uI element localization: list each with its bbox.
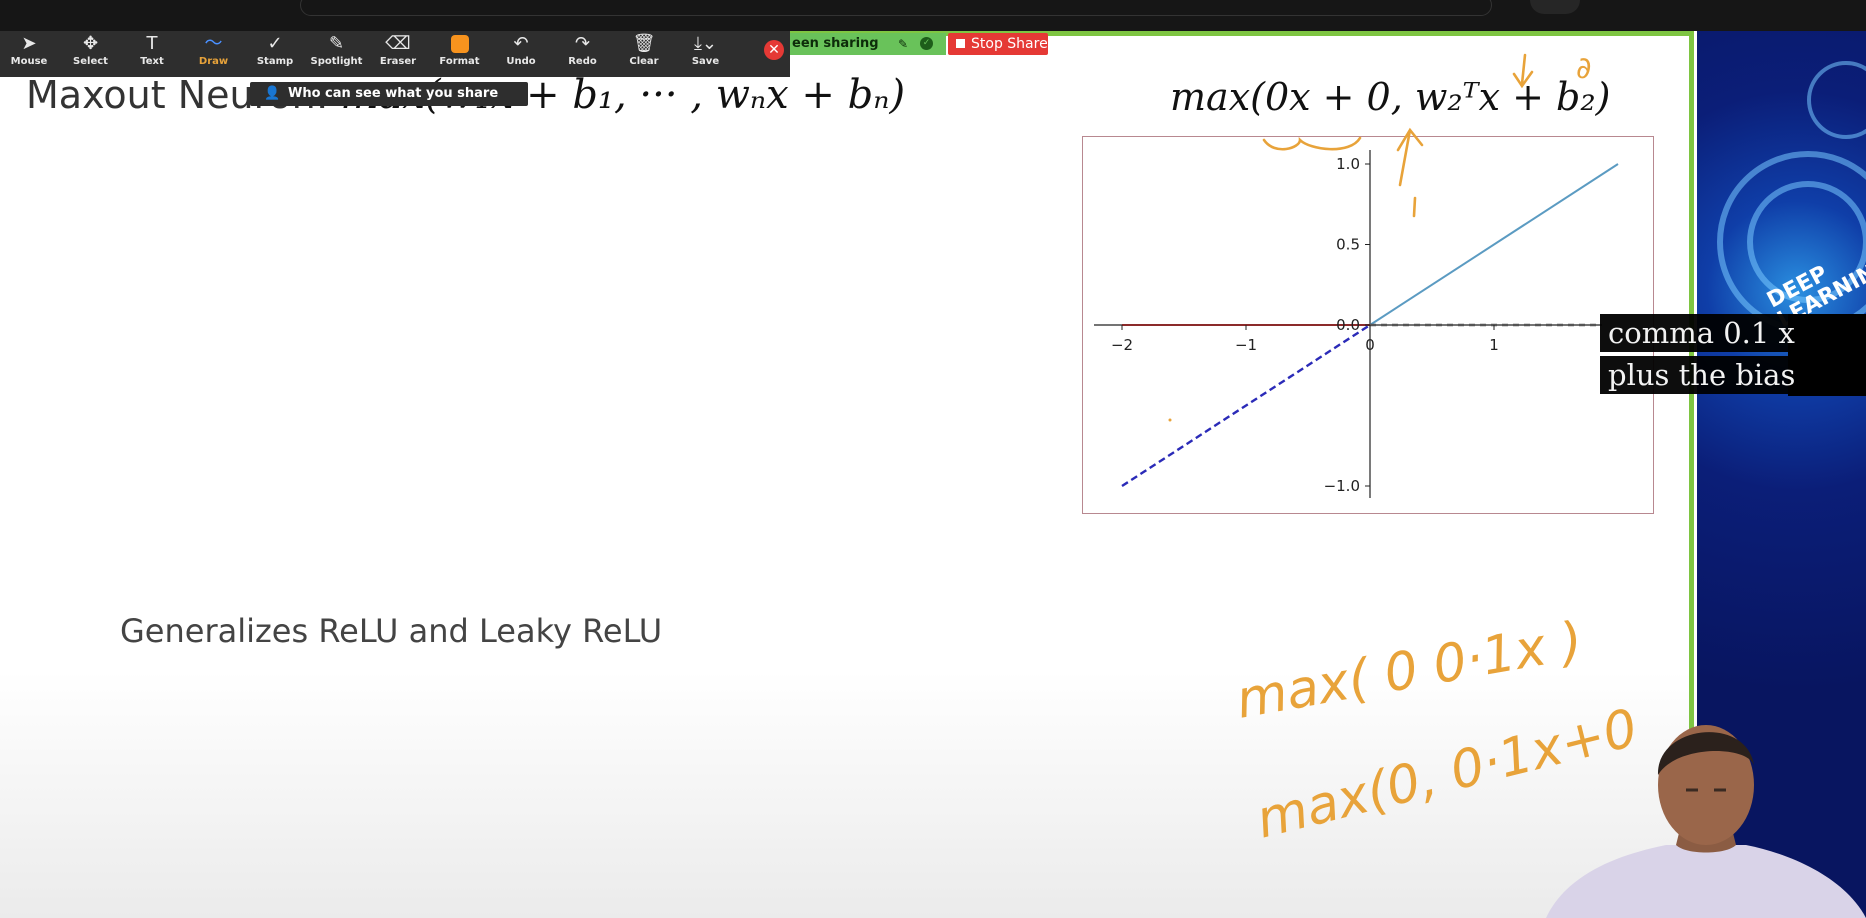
- ink-mark: [1412, 196, 1417, 218]
- presenter-shirt: [1546, 845, 1866, 918]
- ink-arrow: [1396, 127, 1424, 187]
- ink-line-1: max( 0 0·1x ): [1232, 611, 1587, 731]
- ink-arrow-down: [1512, 53, 1534, 89]
- presenter-webcam: [1546, 725, 1866, 918]
- ink-underline-brace: [1262, 136, 1362, 151]
- ink-dot: [1168, 418, 1172, 422]
- ink-zero: ∂: [1576, 51, 1592, 86]
